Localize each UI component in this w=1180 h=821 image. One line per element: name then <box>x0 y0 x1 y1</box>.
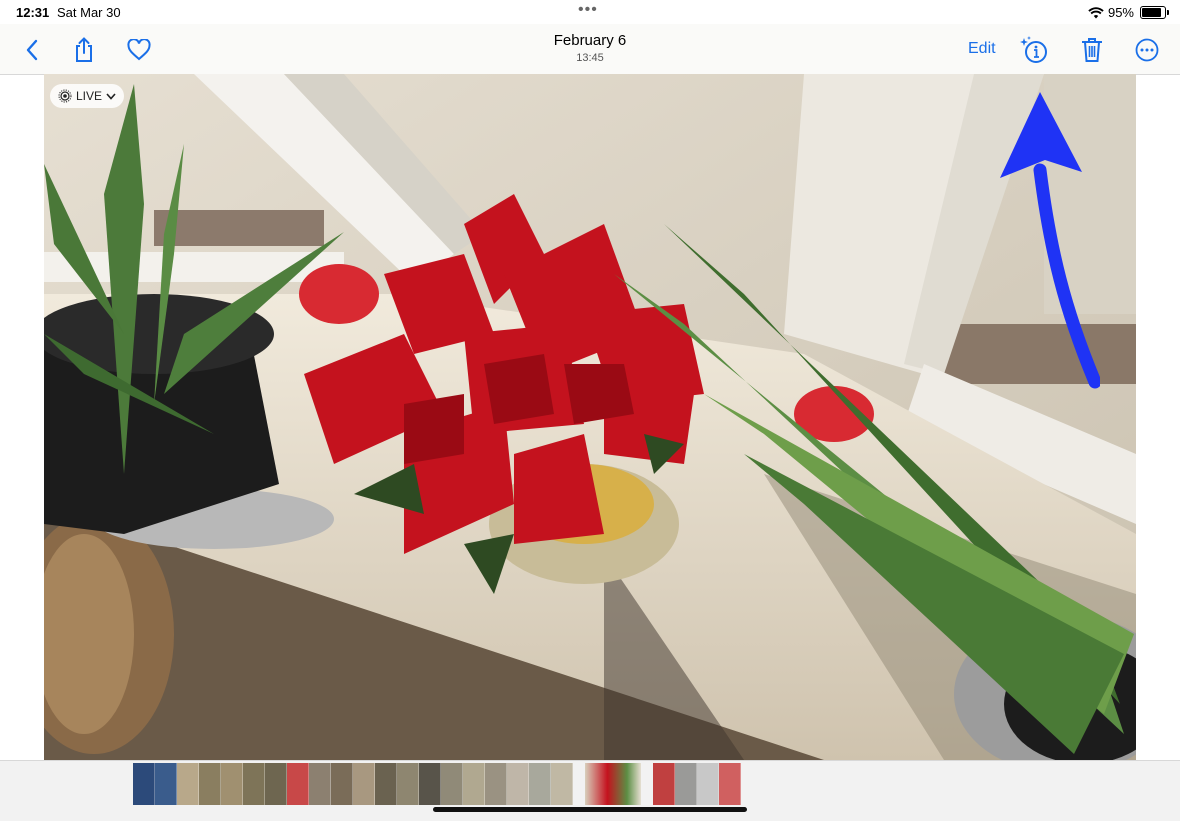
status-date: Sat Mar 30 <box>57 5 121 20</box>
thumbnail[interactable] <box>243 763 265 805</box>
thumbnail[interactable] <box>419 763 441 805</box>
thumbnail[interactable] <box>507 763 529 805</box>
current-photo-thumbnail[interactable] <box>585 763 641 805</box>
delete-button[interactable] <box>1076 34 1108 66</box>
thumbnail[interactable] <box>177 763 199 805</box>
thumbnail[interactable] <box>697 763 719 805</box>
ellipsis-circle-icon <box>1135 38 1159 62</box>
info-button[interactable] <box>1017 34 1051 66</box>
thumbnail[interactable] <box>375 763 397 805</box>
photo-viewer[interactable]: LIVE <box>44 74 1136 760</box>
annotation-arrow <box>1000 92 1100 389</box>
home-indicator[interactable] <box>433 807 747 812</box>
photo-image <box>44 74 1136 760</box>
thumbnail[interactable] <box>529 763 551 805</box>
thumbnail[interactable] <box>719 763 741 805</box>
thumbnail[interactable] <box>353 763 375 805</box>
thumbnail[interactable] <box>463 763 485 805</box>
thumbnail[interactable] <box>309 763 331 805</box>
thumbnail-bar <box>0 760 1180 821</box>
chevron-down-icon <box>106 92 116 100</box>
thumbnail[interactable] <box>133 763 155 805</box>
thumbnail-strip[interactable] <box>133 763 741 807</box>
thumbnail[interactable] <box>287 763 309 805</box>
thumbnail[interactable] <box>551 763 573 805</box>
photo-time-subtitle: 13:45 <box>576 52 604 64</box>
thumbnail[interactable] <box>653 763 675 805</box>
more-button[interactable] <box>1131 34 1163 66</box>
battery-percentage: 95% <box>1107 5 1134 20</box>
thumbnail[interactable] <box>221 763 243 805</box>
thumbnail[interactable] <box>675 763 697 805</box>
thumbnail[interactable] <box>397 763 419 805</box>
live-label: LIVE <box>76 89 103 103</box>
live-photo-icon <box>58 89 72 103</box>
thumbnail[interactable] <box>199 763 221 805</box>
trash-icon <box>1082 38 1102 62</box>
status-indicators: 95% <box>1088 5 1169 20</box>
battery-icon <box>1140 6 1169 19</box>
live-photo-badge[interactable]: LIVE <box>50 84 125 108</box>
thumbnail[interactable] <box>485 763 507 805</box>
wifi-icon <box>1088 6 1104 18</box>
status-bar: 12:31 Sat Mar 30 ••• 95% <box>0 0 1180 24</box>
edit-button[interactable]: Edit <box>968 40 996 58</box>
status-time: 12:31 <box>16 5 50 20</box>
thumbnail[interactable] <box>155 763 177 805</box>
thumbnail[interactable] <box>441 763 463 805</box>
thumbnail[interactable] <box>265 763 287 805</box>
sparkle-info-icon <box>1020 36 1047 63</box>
photo-nav-bar: February 6 13:45 Edit <box>0 24 1180 75</box>
photo-date-title: February 6 <box>553 32 627 49</box>
thumbnail[interactable] <box>331 763 353 805</box>
multitasking-dots-icon[interactable]: ••• <box>578 2 598 18</box>
